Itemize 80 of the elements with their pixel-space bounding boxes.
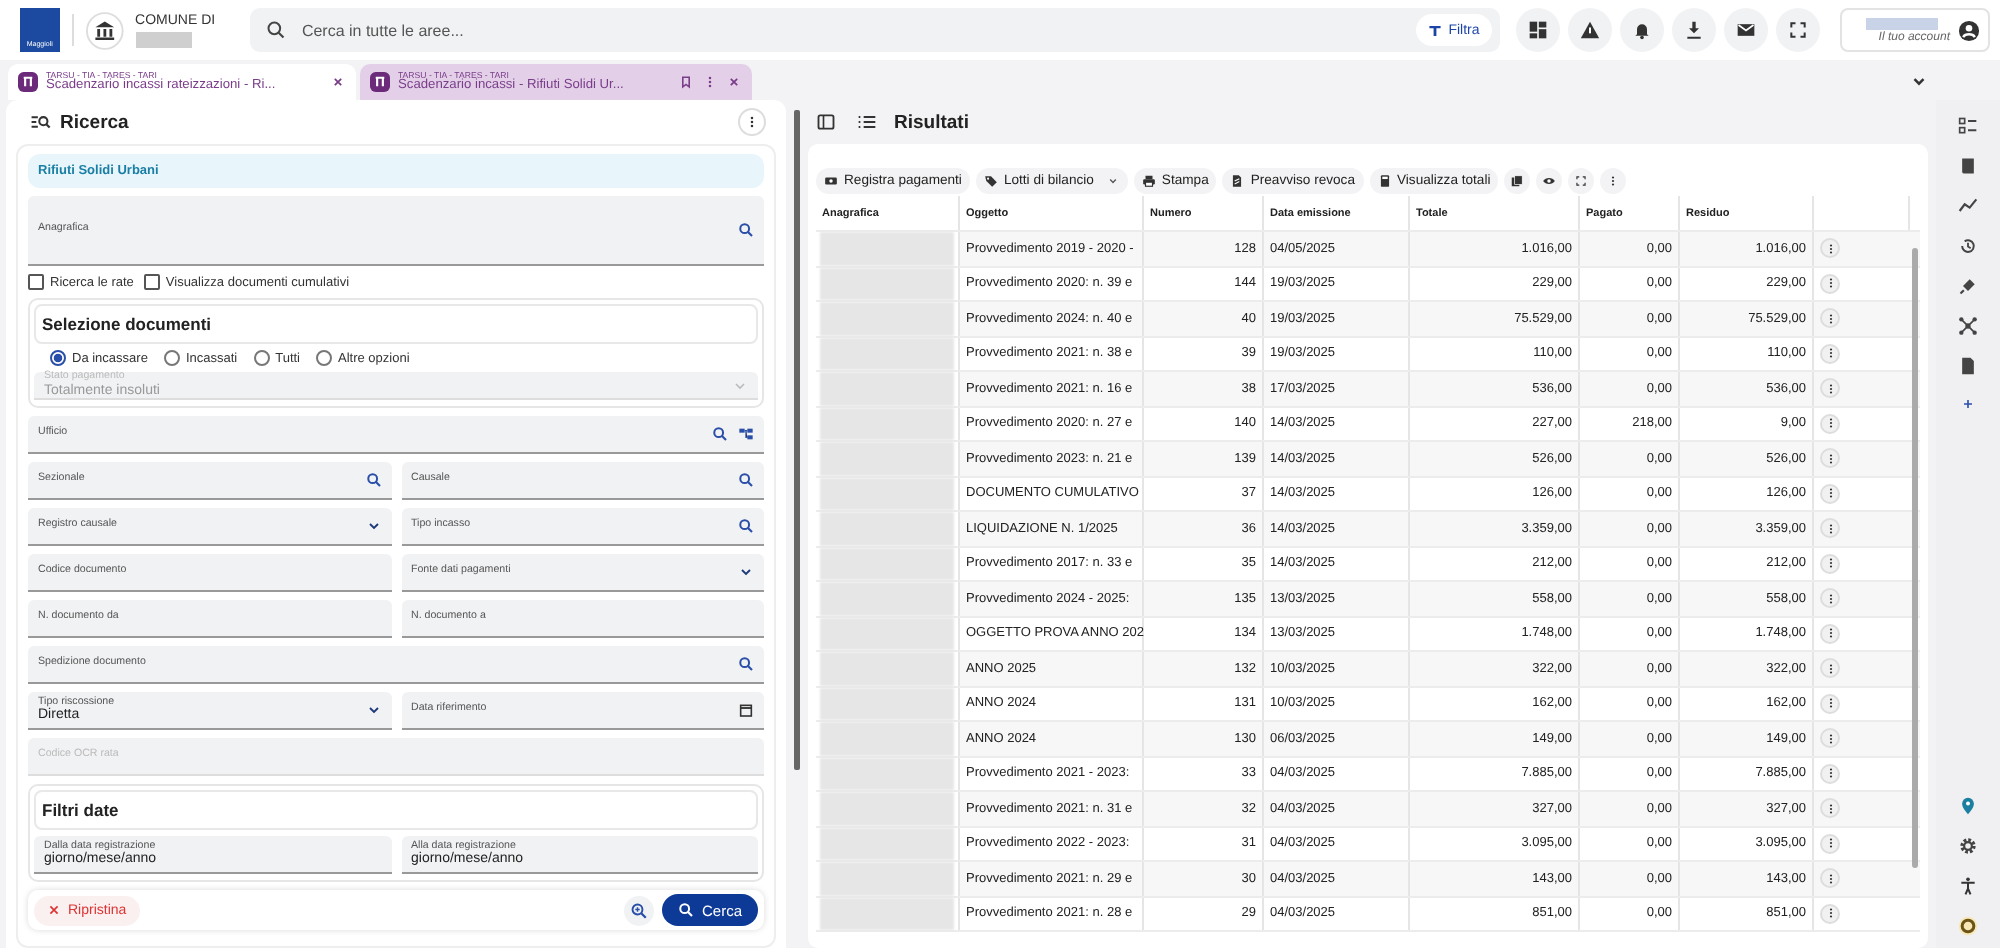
search-icon[interactable] — [738, 222, 754, 239]
calendar-icon[interactable] — [738, 702, 754, 718]
redacted-text — [1866, 17, 1938, 29]
list-icon — [856, 112, 878, 132]
panel-title: Risultati — [894, 111, 971, 133]
copy-button[interactable] — [1504, 167, 1531, 193]
hierarchy-icon[interactable] — [738, 426, 754, 442]
scrollbar[interactable] — [794, 110, 800, 770]
radio-button[interactable] — [316, 350, 332, 367]
accessibility-icon[interactable] — [1958, 876, 1978, 896]
download-button[interactable] — [1671, 8, 1716, 52]
zoom-in-icon — [629, 901, 648, 919]
scrollbar[interactable] — [1912, 248, 1918, 868]
search-icon[interactable] — [712, 426, 728, 442]
checklist-icon[interactable] — [1958, 116, 1978, 136]
radio-button[interactable] — [253, 350, 270, 367]
copy-icon — [1510, 173, 1525, 187]
history-icon[interactable] — [1958, 236, 1978, 256]
chevron-down-icon[interactable] — [365, 518, 381, 534]
book-icon[interactable] — [1958, 156, 1978, 176]
search-icon[interactable] — [738, 518, 754, 534]
fullscreen-icon — [1574, 173, 1589, 187]
user-icon — [1958, 19, 1980, 41]
document-icon[interactable] — [1958, 356, 1978, 376]
bookmark-icon[interactable] — [678, 74, 694, 90]
chevron-down-icon[interactable] — [365, 702, 381, 718]
chevron-down-icon[interactable] — [1910, 72, 1928, 90]
dashboard-icon — [1527, 20, 1548, 40]
fullscreen-button[interactable] — [1568, 167, 1595, 193]
group-title: Selezione documenti — [34, 304, 758, 345]
location-pin-icon[interactable] — [1958, 796, 1978, 816]
checkbox[interactable] — [143, 274, 160, 291]
document-icon — [1230, 173, 1245, 187]
redacted-text — [135, 31, 192, 47]
panel-title: Ricerca — [60, 111, 131, 133]
view-button[interactable] — [1536, 167, 1563, 193]
fullscreen-button[interactable] — [1775, 8, 1820, 52]
search-icon — [677, 902, 694, 918]
search-list-icon — [30, 112, 52, 132]
sidebar-toggle-button[interactable] — [812, 108, 840, 136]
close-icon — [48, 904, 60, 916]
module-icon — [370, 72, 390, 92]
dashboard-button[interactable] — [1515, 8, 1560, 52]
eye-icon — [1542, 173, 1557, 187]
envelope-icon — [1735, 20, 1756, 40]
mail-button[interactable] — [1723, 8, 1768, 52]
support-icon[interactable] — [1958, 916, 1978, 936]
search-icon[interactable] — [738, 656, 754, 672]
warning-button[interactable] — [1567, 8, 1612, 52]
calculator-icon — [1377, 173, 1391, 187]
close-icon[interactable] — [330, 74, 346, 90]
chevron-down-icon[interactable] — [738, 564, 754, 580]
close-icon[interactable] — [726, 74, 742, 90]
settings-icon[interactable] — [1958, 836, 1978, 856]
download-icon — [1683, 20, 1704, 40]
module-icon — [18, 72, 38, 92]
radio-button[interactable] — [163, 350, 180, 367]
plug-icon[interactable] — [1958, 276, 1978, 296]
fullscreen-icon — [1787, 20, 1808, 40]
bell-icon — [1631, 20, 1652, 40]
tag-icon — [983, 173, 998, 187]
search-icon[interactable] — [738, 472, 754, 488]
group-title: Filtri date — [34, 790, 758, 830]
search-icon — [265, 20, 286, 40]
filter-icon — [1428, 23, 1443, 37]
plus-icon[interactable] — [1960, 396, 1976, 412]
chevron-down-icon — [732, 377, 748, 394]
checkbox[interactable] — [28, 274, 44, 291]
radio-button[interactable] — [50, 350, 66, 367]
printer-icon — [1141, 173, 1156, 187]
search-icon[interactable] — [365, 472, 381, 488]
network-icon[interactable] — [1958, 316, 1978, 336]
warning-icon — [1579, 20, 1600, 40]
cash-icon — [824, 173, 838, 187]
notifications-button[interactable] — [1619, 8, 1664, 52]
bank-icon[interactable] — [85, 11, 124, 49]
chevron-down-icon — [1105, 173, 1120, 187]
advanced-search-button[interactable] — [623, 895, 654, 925]
sidebar-icon — [816, 112, 836, 132]
chart-line-icon[interactable] — [1958, 196, 1978, 216]
